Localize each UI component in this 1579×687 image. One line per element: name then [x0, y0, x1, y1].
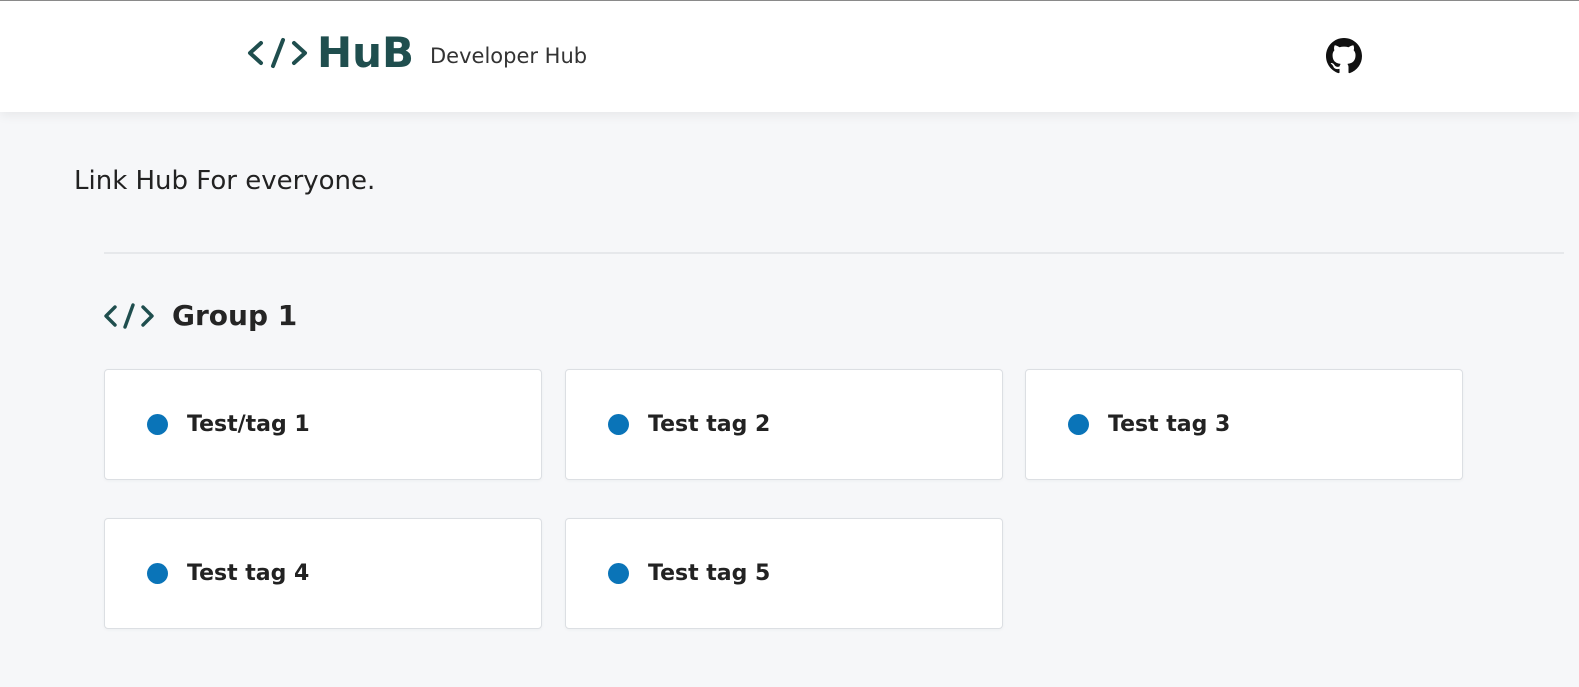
group-header: Group 1 [104, 297, 297, 335]
section-divider [104, 252, 1564, 254]
group-title: Group 1 [172, 299, 298, 332]
site-tagline: Developer Hub [430, 44, 588, 68]
tag-label: Test tag 3 [1108, 411, 1231, 437]
tag-dot-icon [608, 563, 629, 584]
tag-label: Test tag 4 [187, 560, 310, 586]
tag-dot-icon [608, 414, 629, 435]
tag-label: Test/tag 1 [187, 411, 310, 437]
home-logo-link[interactable]: HuB [247, 31, 414, 75]
top-header: HuB Developer Hub [0, 0, 1579, 112]
tag-label: Test tag 5 [648, 560, 771, 586]
tag-card[interactable]: Test tag 2 [565, 369, 1003, 480]
logo-text: HuB [317, 28, 415, 77]
tag-dot-icon [147, 563, 168, 584]
code-brackets-icon [104, 303, 154, 329]
tag-card[interactable]: Test/tag 1 [104, 369, 542, 480]
github-icon [1326, 38, 1362, 74]
tag-label: Test tag 2 [648, 411, 771, 437]
tag-dot-icon [1068, 414, 1089, 435]
tag-card[interactable]: Test tag 3 [1025, 369, 1463, 480]
tag-card[interactable]: Test tag 4 [104, 518, 542, 629]
tag-card[interactable]: Test tag 5 [565, 518, 1003, 629]
hero-text: Link Hub For everyone. [74, 166, 376, 196]
tag-dot-icon [147, 414, 168, 435]
code-brackets-icon [248, 38, 307, 68]
github-link[interactable] [1326, 38, 1362, 74]
